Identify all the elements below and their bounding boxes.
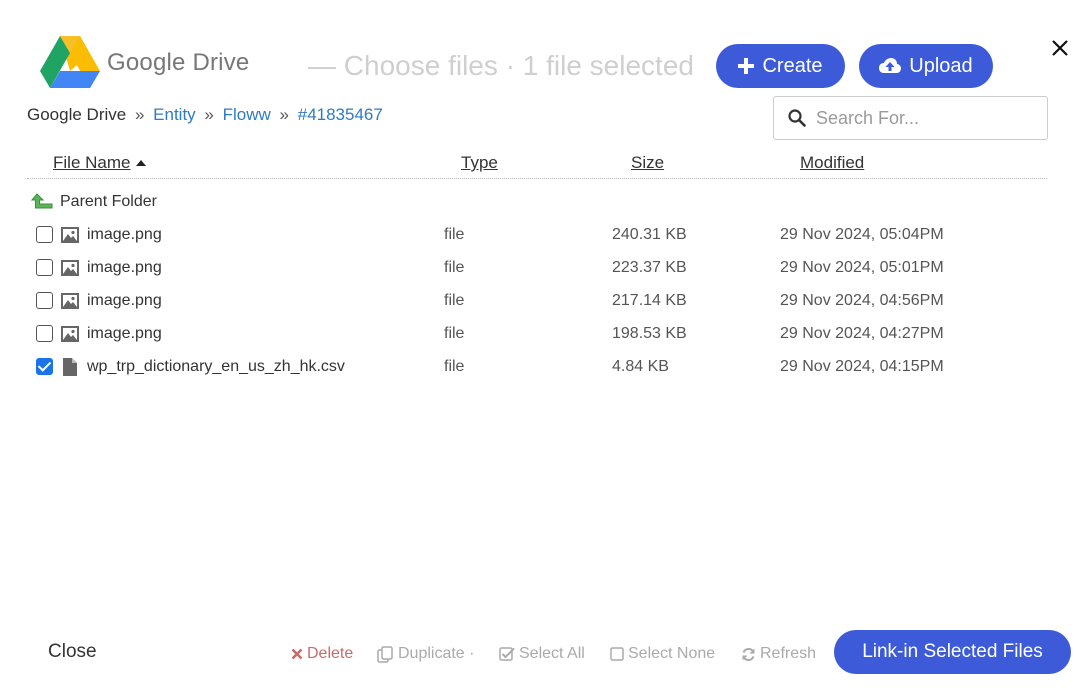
breadcrumb-entity[interactable]: Entity [153, 105, 196, 124]
file-modified: 29 Nov 2024, 04:15PM [780, 358, 944, 375]
breadcrumb-separator: » [279, 105, 289, 124]
file-name[interactable]: image.png [87, 292, 162, 310]
file-name[interactable]: wp_trp_dictionary_en_us_zh_hk.csv [87, 358, 345, 376]
breadcrumb-separator: » [204, 105, 214, 124]
file-type: file [444, 259, 465, 276]
google-drive-logo [40, 36, 100, 88]
dialog-subtitle: — Choose files · 1 file selected [308, 50, 694, 81]
file-row[interactable]: image.png file 198.53 KB 29 Nov 2024, 04:27… [0, 324, 1075, 357]
delete-button[interactable]: Delete [291, 645, 353, 663]
duplicate-button[interactable]: Duplicate · [377, 645, 474, 663]
image-icon [60, 258, 80, 283]
file-checkbox[interactable] [36, 226, 53, 243]
column-header-modified[interactable]: Modified [800, 153, 864, 173]
close-icon [291, 648, 303, 660]
file-type: file [444, 292, 465, 309]
file-type: file [444, 358, 465, 375]
document-icon [60, 357, 80, 382]
refresh-icon [742, 647, 755, 661]
breadcrumb-record[interactable]: #41835467 [298, 105, 383, 124]
file-row[interactable]: image.png file 240.31 KB 29 Nov 2024, 05:04… [0, 225, 1075, 258]
column-header-file-name-label: File Name [53, 153, 131, 172]
select-all-button[interactable]: Select All [499, 645, 585, 663]
file-modified: 29 Nov 2024, 04:56PM [780, 292, 944, 309]
breadcrumb-floww[interactable]: Floww [223, 105, 271, 124]
select-none-button[interactable]: Select None [610, 645, 715, 663]
file-checkbox[interactable] [36, 325, 53, 342]
arrow-up-left-icon [31, 193, 53, 209]
create-label: Create [762, 54, 823, 77]
file-checkbox[interactable] [36, 358, 53, 375]
file-type: file [444, 325, 465, 342]
file-size: 4.84 KB [612, 358, 669, 375]
checked-square-icon [499, 647, 515, 661]
empty-square-icon [610, 647, 624, 661]
copy-icon [377, 645, 393, 663]
search-icon [788, 109, 806, 127]
refresh-label: Refresh [760, 645, 817, 662]
parent-folder-link[interactable]: Parent Folder [31, 190, 157, 214]
image-icon [60, 225, 80, 250]
create-button[interactable]: Create [716, 44, 845, 88]
file-row[interactable]: wp_trp_dictionary_en_us_zh_hk.csv file 4.8… [0, 357, 1075, 390]
upload-button[interactable]: Upload [859, 44, 993, 88]
header: Google Drive — Choose files · 1 file sel… [0, 0, 1075, 100]
sort-ascending-icon [136, 159, 147, 166]
search-box [773, 96, 1048, 140]
file-name[interactable]: image.png [87, 259, 162, 277]
file-size: 223.37 KB [612, 259, 687, 276]
close-icon[interactable] [1050, 38, 1070, 58]
link-in-selected-files-button[interactable]: Link-in Selected Files [834, 630, 1071, 674]
file-size: 217.14 KB [612, 292, 687, 309]
file-checkbox[interactable] [36, 259, 53, 276]
plus-icon [738, 58, 755, 74]
file-name[interactable]: image.png [87, 226, 162, 244]
file-row[interactable]: image.png file 217.14 KB 29 Nov 2024, 04:56… [0, 291, 1075, 324]
search-input[interactable] [816, 107, 1036, 129]
file-type: file [444, 226, 465, 243]
refresh-button[interactable]: Refresh [741, 645, 816, 663]
breadcrumb: Google Drive » Entity » Floww » #4183546… [27, 105, 383, 125]
column-header-file-name[interactable]: File Name [53, 153, 147, 173]
file-modified: 29 Nov 2024, 05:04PM [780, 226, 944, 243]
column-header-size[interactable]: Size [631, 153, 664, 173]
file-modified: 29 Nov 2024, 05:01PM [780, 259, 944, 276]
file-size: 240.31 KB [612, 226, 687, 243]
duplicate-label: Duplicate · [398, 645, 475, 662]
parent-folder-label: Parent Folder [60, 193, 157, 210]
breadcrumb-separator: » [134, 105, 145, 124]
select-none-label: Select None [628, 645, 716, 662]
image-icon [60, 324, 80, 349]
file-row[interactable]: image.png file 223.37 KB 29 Nov 2024, 05:01… [0, 258, 1075, 291]
select-all-label: Select All [519, 645, 585, 662]
upload-label: Upload [909, 54, 973, 77]
logo-text: Google Drive [107, 49, 250, 76]
cloud-upload-icon [879, 58, 902, 73]
file-size: 198.53 KB [612, 325, 687, 342]
file-checkbox[interactable] [36, 292, 53, 309]
close-button[interactable]: Close [48, 641, 97, 663]
file-name[interactable]: image.png [87, 325, 162, 343]
image-icon [60, 291, 80, 316]
file-modified: 29 Nov 2024, 04:27PM [780, 325, 944, 342]
breadcrumb-root: Google Drive [27, 105, 127, 124]
header-divider [27, 178, 1047, 179]
delete-label: Delete [307, 645, 354, 662]
column-header-type[interactable]: Type [461, 153, 498, 173]
